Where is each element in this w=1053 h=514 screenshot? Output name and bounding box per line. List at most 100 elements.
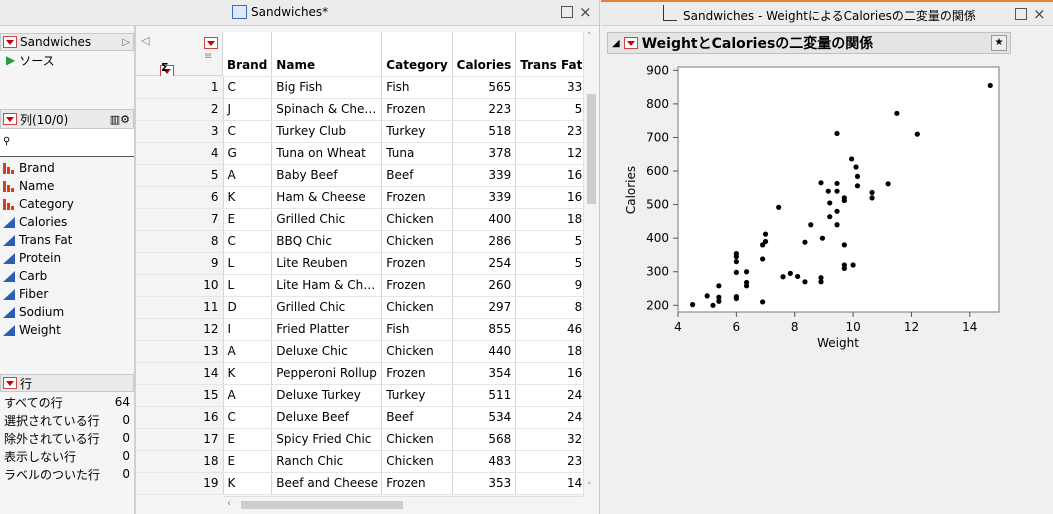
table-row[interactable]: 19 K Beef and Cheese Frozen 353 14 [136,472,588,495]
table-cell[interactable]: 511 [452,384,517,407]
row-number[interactable]: 7 [136,208,224,231]
table-cell[interactable]: 16 [515,186,588,209]
table-cell[interactable]: 254 [452,252,517,275]
table-cell[interactable]: K [223,362,273,385]
scatter-point[interactable] [733,269,739,275]
row-number[interactable]: 19 [136,472,224,495]
table-cell[interactable]: E [223,428,273,451]
table-cell[interactable]: 378 [452,142,517,165]
table-cell[interactable]: Frozen [381,252,453,275]
table-cell[interactable]: 23 [515,120,588,143]
vertical-scrollbar[interactable]: ˄ ˅ [583,32,598,496]
scatter-point[interactable] [841,242,847,248]
scatter-point[interactable] [743,269,750,275]
table-cell[interactable]: 16 [515,164,588,187]
table-cell[interactable]: 223 [452,98,517,121]
table-row[interactable]: 12 I Fried Platter Fish 855 46 [136,318,588,341]
scatter-point[interactable] [850,262,856,268]
table-cell[interactable]: 297 [452,296,517,319]
row-number[interactable]: 12 [136,318,224,341]
red-triangle-menu-icon[interactable] [3,377,17,389]
table-cell[interactable]: A [223,164,273,187]
scroll-left-icon[interactable]: ‹ [227,498,231,509]
row-number[interactable]: 13 [136,340,224,363]
table-cell[interactable]: Big Fish [271,76,383,99]
table-cell[interactable]: Ham & Cheese [271,186,383,209]
horizontal-scrollbar[interactable]: ‹ [223,496,583,512]
scatter-point[interactable] [834,222,840,228]
table-cell[interactable]: Fish [381,76,453,99]
table-cell[interactable]: Turkey [381,120,453,143]
column-header[interactable]: Trans Fat [515,32,588,77]
table-row[interactable]: 14 K Pepperoni Rollup Frozen 354 16 [136,362,588,385]
table-cell[interactable]: 12 [515,142,588,165]
table-row[interactable]: 9 L Lite Reuben Frozen 254 5 [136,252,588,275]
table-cell[interactable]: Fish [381,318,453,341]
row-number[interactable]: 3 [136,120,224,143]
table-cell[interactable]: 5 [515,252,588,275]
row-number[interactable]: 4 [136,142,224,165]
scatter-point[interactable] [716,298,722,304]
columns-panel-header[interactable]: 列(10/0) ▥⚙ [0,109,134,129]
scatter-point[interactable] [819,235,826,241]
scatter-point[interactable] [841,197,847,204]
table-cell[interactable]: Chicken [381,428,453,451]
row-number[interactable]: 5 [136,164,224,187]
scatter-point[interactable] [841,265,847,271]
table-cell[interactable]: Chicken [381,340,453,363]
column-item[interactable]: Carb [0,267,134,285]
red-triangle-menu-icon[interactable] [3,36,17,48]
column-search-field[interactable]: ⚲ [0,129,134,157]
table-row[interactable]: 15 A Deluxe Turkey Turkey 511 24 [136,384,588,407]
column-header[interactable]: Calories [452,32,517,77]
table-row[interactable]: 8 C BBQ Chic Chicken 286 5 [136,230,588,253]
table-row[interactable]: 16 C Deluxe Beef Beef 534 24 [136,406,588,429]
column-item[interactable]: Calories [0,213,134,231]
source-script-item[interactable]: ▶ ソース [0,51,134,69]
table-cell[interactable]: J [223,98,273,121]
maximize-button[interactable] [561,6,573,18]
table-cell[interactable]: Frozen [381,186,453,209]
table-cell[interactable]: 260 [452,274,517,297]
column-item[interactable]: Protein [0,249,134,267]
table-cell[interactable]: C [223,120,273,143]
table-cell[interactable]: 24 [515,406,588,429]
row-number[interactable]: 10 [136,274,224,297]
scatter-point[interactable] [795,273,801,280]
table-cell[interactable]: Tuna on Wheat [271,142,383,165]
table-cell[interactable]: K [223,472,273,495]
table-cell[interactable]: A [223,384,273,407]
table-cell[interactable]: Frozen [381,274,453,297]
scatter-point[interactable] [834,208,840,214]
table-cell[interactable]: 483 [452,450,517,473]
scatter-point[interactable] [894,110,900,116]
row-number[interactable]: 15 [136,384,224,407]
vertical-scroll-thumb[interactable] [587,94,596,204]
scatter-point[interactable] [802,239,808,245]
scatter-point[interactable] [854,183,861,189]
table-cell[interactable]: Beef [381,164,453,187]
table-cell[interactable]: 400 [452,208,517,231]
scatter-point[interactable] [704,293,710,299]
table-cell[interactable]: 5 [515,230,588,253]
close-button[interactable]: × [1033,7,1046,22]
column-item[interactable]: Sodium [0,303,134,321]
table-cell[interactable]: E [223,208,273,231]
scroll-down-icon[interactable]: ˅ [587,482,592,492]
scatter-point[interactable] [854,173,861,180]
table-row[interactable]: 5 A Baby Beef Beef 339 16 [136,164,588,187]
column-search-input[interactable] [14,135,129,147]
scatter-point[interactable] [853,164,859,170]
table-cell[interactable]: E [223,450,273,473]
table-row[interactable]: 4 G Tuna on Wheat Tuna 378 12 [136,142,588,165]
maximize-button[interactable] [1015,8,1027,20]
table-cell[interactable]: Chicken [381,296,453,319]
table-cell[interactable]: Turkey [381,384,453,407]
red-triangle-menu-icon[interactable] [3,113,17,125]
table-cell[interactable]: Grilled Chic [271,296,383,319]
table-cell[interactable]: D [223,296,273,319]
row-number[interactable]: 11 [136,296,224,319]
report-outline-header[interactable]: ◢ WeightとCaloriesの二変量の関係 ★ [607,32,1011,54]
table-cell[interactable]: Ranch Chic [271,450,383,473]
table-cell[interactable]: K [223,186,273,209]
